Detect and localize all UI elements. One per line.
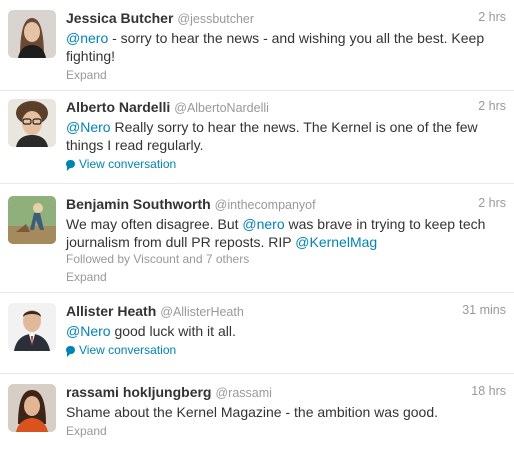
tweet-item[interactable]: Benjamin Southworth @inthecompanyof 2 hrs… [0, 184, 514, 293]
mention-link[interactable]: @Nero [66, 119, 111, 135]
tweet-author-username[interactable]: @AlbertoNardelli [174, 101, 269, 115]
tweet-author-name[interactable]: Alberto Nardelli [66, 99, 170, 115]
tweet-text: We may often disagree. But @nero was bra… [66, 215, 506, 251]
conversation-icon [66, 160, 75, 171]
tweet-author-username[interactable]: @jessbutcher [177, 12, 254, 26]
view-conversation-label: View conversation [79, 343, 177, 357]
view-conversation-link[interactable]: View conversation [66, 342, 506, 358]
tweet-text-body: Really sorry to hear the news. The Kerne… [66, 119, 478, 153]
tweet-timestamp[interactable]: 2 hrs [478, 196, 506, 210]
tweet-author-username[interactable]: @AllisterHeath [160, 305, 244, 319]
tweet-item[interactable]: Alberto Nardelli @AlbertoNardelli 2 hrs @… [0, 91, 514, 184]
avatar[interactable] [8, 196, 56, 244]
followed-by-context[interactable]: Followed by Viscount and 7 others [66, 251, 506, 267]
tweet-text-body: - sorry to hear the news - and wishing y… [66, 30, 485, 64]
conversation-icon [66, 346, 75, 357]
tweet-timestamp[interactable]: 2 hrs [478, 10, 506, 24]
tweet-author-name[interactable]: Allister Heath [66, 303, 156, 319]
tweet-timestamp[interactable]: 2 hrs [478, 99, 506, 113]
expand-link[interactable]: Expand [66, 67, 506, 83]
tweet-author-username[interactable]: @rassami [215, 386, 271, 400]
mention-link[interactable]: @nero [66, 30, 108, 46]
tweet-text: @Nero good luck with it all. [66, 322, 506, 340]
view-conversation-label: View conversation [79, 157, 177, 171]
tweet-timestamp[interactable]: 18 hrs [471, 384, 506, 398]
tweet-text-body: We may often disagree. But [66, 216, 243, 232]
tweet-author-name[interactable]: Benjamin Southworth [66, 196, 211, 212]
mention-link[interactable]: @Nero [66, 323, 111, 339]
avatar[interactable] [8, 99, 56, 147]
tweet-author-name[interactable]: Jessica Butcher [66, 10, 173, 26]
avatar[interactable] [8, 384, 56, 432]
tweet-timeline: Jessica Butcher @jessbutcher 2 hrs @nero … [0, 0, 514, 449]
tweet-author-name[interactable]: rassami hokljungberg [66, 384, 211, 400]
mention-link[interactable]: @KernelMag [295, 234, 377, 250]
tweet-item[interactable]: Allister Heath @AllisterHeath 31 mins @Ne… [0, 293, 514, 374]
tweet-text: @nero - sorry to hear the news - and wis… [66, 29, 506, 65]
avatar[interactable] [8, 10, 56, 58]
tweet-author-username[interactable]: @inthecompanyof [215, 198, 316, 212]
expand-link[interactable]: Expand [66, 423, 506, 439]
avatar[interactable] [8, 303, 56, 351]
view-conversation-link[interactable]: View conversation [66, 156, 506, 172]
expand-link[interactable]: Expand [66, 269, 506, 285]
tweet-item[interactable]: Jessica Butcher @jessbutcher 2 hrs @nero … [0, 0, 514, 91]
mention-link[interactable]: @nero [242, 216, 284, 232]
tweet-text: @Nero Really sorry to hear the news. The… [66, 118, 506, 154]
tweet-text-body: good luck with it all. [110, 323, 236, 339]
tweet-text: Shame about the Kernel Magazine - the am… [66, 404, 439, 420]
tweet-item[interactable]: rassami hokljungberg @rassami 18 hrs Sham… [0, 374, 514, 449]
tweet-timestamp[interactable]: 31 mins [462, 303, 506, 317]
